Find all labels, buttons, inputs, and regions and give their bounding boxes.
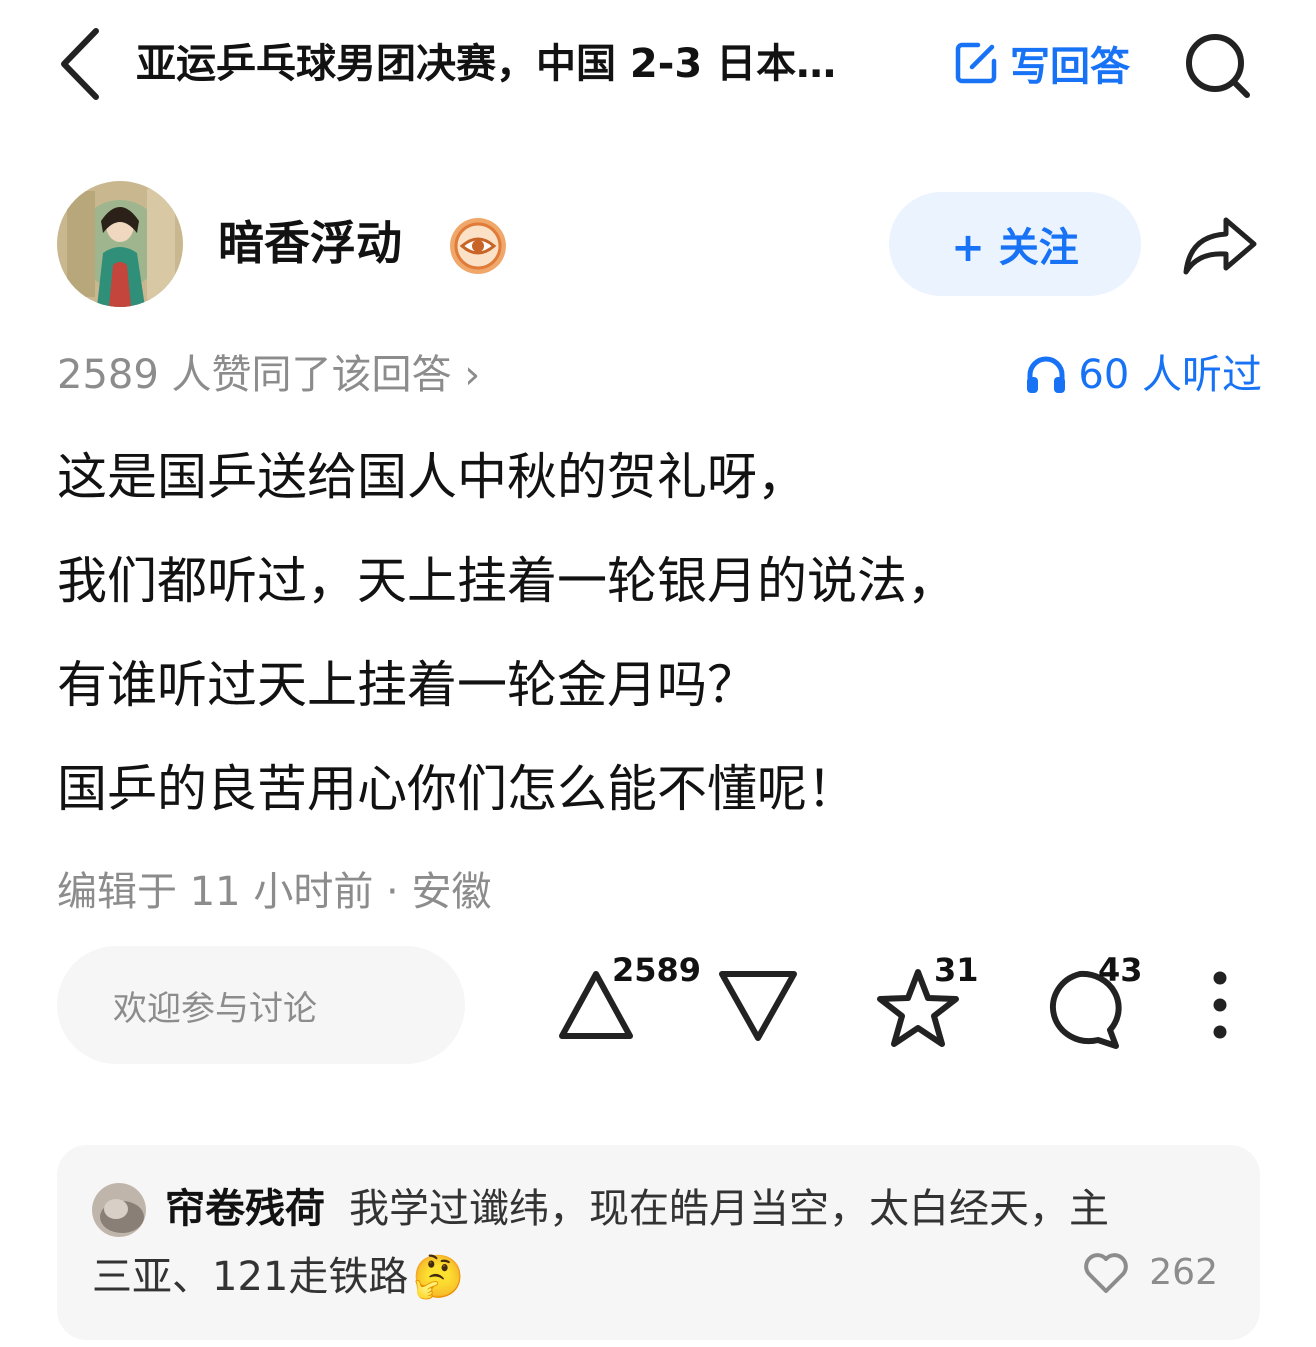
top-comment[interactable]: 帘卷残荷 我学过谶纬，现在皓月当空，太白经天，主 三亚、121走铁路 🤔 262 bbox=[57, 1145, 1260, 1340]
author-name[interactable]: 暗香浮动 bbox=[218, 210, 402, 276]
edit-info: 编辑于 11 小时前 · 安徽 bbox=[57, 869, 492, 915]
author-avatar[interactable] bbox=[57, 181, 183, 307]
question-title[interactable]: 亚运乒乓球男团决赛，中国 2-3 日本… bbox=[136, 34, 916, 94]
comment-like-count: 262 bbox=[1149, 1251, 1218, 1293]
follow-button[interactable]: + 关注 bbox=[889, 192, 1141, 296]
action-bar: 欢迎参与讨论 2589 31 43 bbox=[0, 940, 1316, 1070]
comment-author-avatar[interactable] bbox=[92, 1183, 146, 1237]
answer-content: 这是国乒送给国人中秋的贺礼呀， 我们都听过，天上挂着一轮银月的说法， 有谁听过天… bbox=[57, 425, 1262, 841]
headphones-icon bbox=[1027, 356, 1066, 393]
comment-like-button[interactable]: 262 bbox=[1081, 1249, 1218, 1295]
upvote-count: 2589 bbox=[612, 951, 702, 989]
heart-icon bbox=[1084, 1253, 1129, 1293]
top-bar: 亚运乒乓球男团决赛，中国 2-3 日本… 写回答 bbox=[0, 0, 1316, 130]
listen-button[interactable]: 60 人听过 bbox=[1024, 345, 1262, 405]
answer-line: 有谁听过天上挂着一轮金月吗？ bbox=[57, 656, 757, 714]
write-answer-button[interactable]: 写回答 bbox=[952, 32, 1152, 94]
downvote-icon bbox=[719, 971, 797, 1041]
share-icon bbox=[1183, 217, 1257, 275]
answer-meta: 2589 人赞同了该回答 › 60 人听过 bbox=[57, 345, 1262, 405]
share-button[interactable] bbox=[1178, 210, 1262, 280]
voters-link[interactable]: 2589 人赞同了该回答 › bbox=[57, 345, 480, 405]
favorite-count: 31 bbox=[934, 951, 979, 989]
comment-author-name[interactable]: 帘卷残荷 bbox=[165, 1186, 325, 1232]
more-button[interactable] bbox=[1200, 970, 1240, 1040]
write-answer-label: 写回答 bbox=[1010, 44, 1130, 90]
verified-badge-icon bbox=[450, 218, 506, 274]
edit-icon bbox=[955, 42, 997, 84]
favorite-button[interactable]: 31 bbox=[876, 948, 979, 1048]
answer-line: 这是国乒送给国人中秋的贺礼呀， bbox=[57, 448, 807, 506]
comment-text-2: 三亚、121走铁路 bbox=[92, 1254, 409, 1300]
answer-line: 国乒的良苦用心你们怎么能不懂呢！ bbox=[57, 760, 857, 818]
search-icon bbox=[1186, 34, 1250, 98]
more-icon bbox=[1213, 971, 1227, 1039]
verified-badge[interactable] bbox=[448, 216, 508, 276]
search-button[interactable] bbox=[1180, 28, 1256, 104]
comment-text-1: 我学过谶纬，现在皓月当空，太白经天，主 bbox=[349, 1186, 1109, 1232]
back-button[interactable] bbox=[52, 26, 108, 102]
downvote-button[interactable] bbox=[716, 966, 800, 1050]
upvote-button[interactable]: 2589 bbox=[556, 948, 701, 1048]
comment-input[interactable]: 欢迎参与讨论 bbox=[57, 946, 465, 1064]
comment-count: 43 bbox=[1098, 951, 1143, 989]
comment-button[interactable]: 43 bbox=[1040, 948, 1150, 1049]
back-icon bbox=[61, 28, 99, 100]
listened-count: 60 人听过 bbox=[1078, 352, 1262, 398]
answer-line: 我们都听过，天上挂着一轮银月的说法， bbox=[57, 552, 957, 610]
thinking-emoji: 🤔 bbox=[412, 1252, 465, 1301]
comment-line-1: 帘卷残荷 我学过谶纬，现在皓月当空，太白经天，主 bbox=[165, 1179, 1109, 1239]
author-row: 暗香浮动 + 关注 bbox=[0, 170, 1316, 320]
comment-line-2: 三亚、121走铁路 🤔 bbox=[92, 1247, 465, 1307]
